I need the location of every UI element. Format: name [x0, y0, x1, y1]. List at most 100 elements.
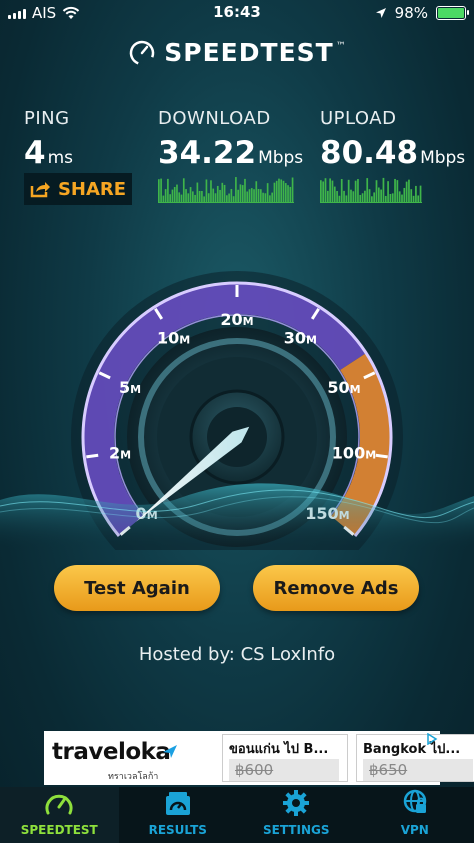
graph-bar — [201, 190, 203, 203]
bird-logo-icon — [163, 745, 177, 758]
graph-bar — [384, 195, 387, 203]
download-value: 34.22 — [158, 135, 257, 171]
graph-bar — [380, 189, 382, 203]
graph-bar — [248, 189, 251, 203]
status-bar: AIS 16:43 98% — [0, 0, 474, 26]
graph-bar — [343, 190, 345, 203]
graph-bar — [291, 177, 294, 203]
graph-bar — [198, 190, 201, 203]
graph-bar — [219, 189, 221, 203]
test-again-button[interactable]: Test Again — [54, 565, 220, 611]
graph-bar — [289, 186, 292, 203]
gauge-tick-mark — [375, 453, 388, 459]
graph-bar — [278, 178, 280, 203]
graph-bar — [352, 191, 355, 203]
graph-bar — [336, 191, 338, 203]
tab-label: SPEEDTEST — [20, 823, 98, 837]
graph-bar — [368, 189, 371, 203]
graph-bar — [415, 185, 417, 203]
tab-vpn[interactable]: VPN — [356, 787, 474, 843]
graph-bar — [403, 187, 406, 203]
ad-offer-card[interactable]: ขอนแก่น ไป B... ฿600 — [222, 734, 348, 782]
download-label: DOWNLOAD — [158, 108, 271, 129]
tab-speedtest[interactable]: SPEEDTEST — [0, 787, 119, 843]
graph-bar — [221, 182, 224, 203]
ad-banner[interactable]: traveloka ทราเวลโลก้า ขอนแก่น ไป B... ฿6… — [44, 731, 474, 785]
battery-icon — [436, 6, 469, 20]
location-arrow-icon — [375, 8, 386, 18]
graph-bar — [228, 193, 230, 203]
gear-icon — [283, 790, 310, 816]
graph-bar — [171, 189, 174, 203]
graph-bar — [412, 195, 415, 203]
download-stat: DOWNLOAD 34.22 Mbps — [158, 108, 303, 171]
download-unit: Mbps — [258, 148, 304, 168]
graph-bar — [250, 188, 253, 203]
ad-offer-card[interactable]: Bangkok ไป... ฿650 — [356, 734, 474, 782]
graph-bar — [389, 193, 392, 203]
graph-bar — [237, 189, 239, 203]
upload-stat: UPLOAD 80.48 Mbps — [320, 108, 465, 171]
tab-label: VPN — [400, 823, 429, 837]
graph-bar — [235, 177, 237, 203]
graph-bar — [244, 178, 246, 203]
remove-ads-button[interactable]: Remove Ads — [253, 565, 419, 611]
hosted-by-text: Hosted by: CS LoxInfo — [138, 644, 336, 665]
graph-bar — [169, 194, 171, 203]
graph-bar — [210, 180, 212, 203]
graph-bar — [347, 179, 350, 203]
graph-bar — [324, 178, 327, 203]
graph-bar — [205, 179, 208, 203]
graph-bar — [364, 190, 366, 203]
vpn-globe-icon — [403, 789, 426, 813]
graph-bar — [282, 180, 285, 203]
graph-bar — [162, 195, 165, 203]
graph-bar — [401, 194, 403, 203]
graph-bar — [326, 190, 329, 203]
graph-bar — [396, 180, 399, 203]
upload-unit: Mbps — [420, 148, 466, 168]
upload-label: UPLOAD — [320, 108, 397, 129]
graph-bar — [387, 181, 389, 203]
ping-label: PING — [24, 108, 70, 129]
graph-bar — [373, 192, 376, 203]
graph-bar — [271, 192, 273, 203]
graph-bar — [192, 191, 194, 203]
ad-brand-logo[interactable]: traveloka ทราเวลโลก้า — [44, 731, 178, 785]
graph-bar — [410, 189, 413, 203]
graph-bar — [333, 186, 336, 203]
graph-bar — [391, 193, 394, 203]
trademark-mark: ™ — [335, 41, 346, 52]
graph-bar — [176, 184, 178, 203]
graph-bar — [275, 180, 278, 203]
logo-text: SPEEDTEST — [164, 38, 334, 67]
graph-bar — [345, 195, 348, 203]
graph-bar — [273, 182, 276, 203]
download-speed-graph — [158, 177, 294, 203]
graph-bar — [357, 179, 359, 203]
tab-settings[interactable]: SETTINGS — [237, 787, 356, 843]
share-label: SHARE — [57, 178, 127, 200]
graph-bar — [354, 180, 357, 203]
tab-label: RESULTS — [148, 823, 207, 837]
graph-bar — [359, 194, 362, 203]
graph-bar — [223, 184, 226, 203]
battery-percent: 98% — [394, 4, 428, 22]
tab-results[interactable]: RESULTS — [119, 787, 238, 843]
graph-bar — [331, 180, 334, 203]
graph-bar — [266, 183, 269, 203]
graph-bar — [164, 189, 167, 203]
gauge-tick-mark — [86, 453, 99, 459]
graph-bar — [382, 177, 385, 203]
ad-brand-subtitle: ทราเวลโลก้า — [108, 772, 159, 782]
graph-bar — [284, 183, 287, 203]
ad-offer-title: ขอนแก่น ไป B... — [229, 742, 329, 757]
graph-bar — [178, 192, 181, 203]
graph-bar — [322, 181, 325, 203]
share-button[interactable]: SHARE — [24, 173, 132, 205]
graph-bar — [180, 194, 183, 203]
ad-choices-icon[interactable] — [426, 733, 438, 745]
graph-bar — [253, 189, 255, 203]
graph-bar — [160, 178, 162, 203]
graph-bar — [212, 188, 215, 203]
